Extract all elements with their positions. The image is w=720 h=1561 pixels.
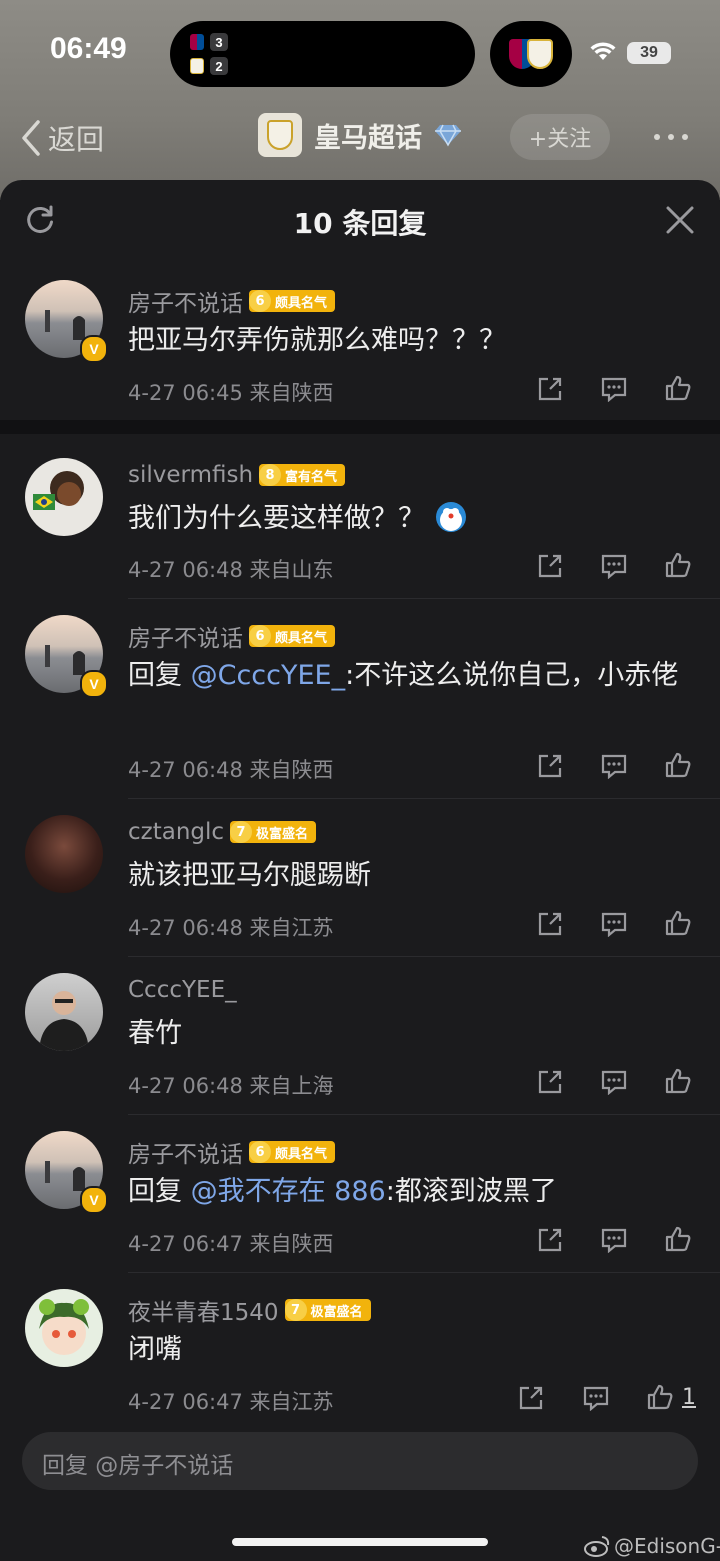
score-value: 2 bbox=[210, 57, 228, 75]
username[interactable]: cztanglc bbox=[128, 819, 224, 845]
level-badge: 6 颇具名气 bbox=[249, 625, 336, 647]
share-icon[interactable] bbox=[537, 1069, 563, 1095]
share-icon[interactable] bbox=[537, 1227, 563, 1253]
chevron-left-icon bbox=[22, 120, 40, 156]
diamond-icon bbox=[435, 124, 461, 147]
comment-text: 把亚马尔弄伤就那么难吗？？？ bbox=[128, 325, 506, 356]
username[interactable]: 房子不说话 bbox=[128, 619, 243, 653]
like-icon[interactable] bbox=[664, 751, 692, 779]
level-badge: 6 颇具名气 bbox=[249, 290, 336, 312]
real-madrid-crest-icon bbox=[258, 113, 302, 157]
dynamic-island-live-score[interactable]: 3 2 bbox=[170, 21, 475, 87]
back-label: 返回 bbox=[48, 123, 105, 156]
avatar[interactable] bbox=[25, 973, 103, 1051]
share-icon[interactable] bbox=[537, 376, 563, 402]
avatar[interactable] bbox=[25, 458, 103, 536]
real-madrid-crest-icon bbox=[190, 58, 204, 74]
comment-meta: 4-27 06:48 来自陕西 bbox=[128, 758, 334, 782]
level-badge: 6 颇具名气 bbox=[249, 1141, 336, 1163]
screen: 06:49 3 2 39 返回 皇马超话 +关注 10 条回复 V 房子不说话 … bbox=[0, 0, 720, 1561]
comment-meta: 4-27 06:48 来自山东 bbox=[128, 558, 334, 582]
status-time: 06:49 bbox=[50, 32, 127, 65]
score-row-real-madrid: 2 bbox=[190, 57, 228, 75]
comment-icon[interactable] bbox=[582, 1385, 610, 1411]
reply-placeholder: 回复 @房子不说话 bbox=[42, 1453, 234, 1479]
live-activity-crests[interactable] bbox=[490, 21, 572, 87]
username[interactable]: 房子不说话 bbox=[128, 1135, 243, 1169]
comment-meta: 4-27 06:48 来自江苏 bbox=[128, 916, 334, 940]
reply-input[interactable]: 回复 @房子不说话 bbox=[22, 1432, 698, 1490]
like-icon[interactable] bbox=[664, 1067, 692, 1095]
comment-meta: 4-27 06:47 来自陕西 bbox=[128, 1232, 334, 1256]
list-item[interactable]: CcccYEE_ 春竹 4-27 06:48 来自上海 bbox=[0, 957, 720, 1115]
share-icon[interactable] bbox=[537, 553, 563, 579]
more-options-icon[interactable] bbox=[654, 134, 688, 140]
comment-text: 就该把亚马尔腿踢断 bbox=[128, 860, 371, 891]
avatar[interactable] bbox=[25, 1289, 103, 1367]
list-item[interactable]: 夜半青春1540 7 极富盛名 闭嘴 4-27 06:47 来自江苏 1 bbox=[0, 1273, 720, 1423]
list-item[interactable]: V 房子不说话 6 颇具名气 把亚马尔弄伤就那么难吗？？？ 4-27 06:45 … bbox=[0, 180, 720, 420]
mention-link[interactable]: @我不存在 886 bbox=[191, 1176, 386, 1207]
comment-icon[interactable] bbox=[600, 911, 628, 937]
comment-text: 回复 @我不存在 886:都滚到波黑了 bbox=[128, 1176, 557, 1207]
comment-icon[interactable] bbox=[600, 553, 628, 579]
level-badge: 8 富有名气 bbox=[259, 464, 346, 486]
like-icon[interactable] bbox=[646, 1383, 674, 1411]
back-button[interactable]: 返回 bbox=[20, 118, 104, 158]
verified-badge-icon: V bbox=[80, 335, 108, 363]
level-badge: 7 极富盛名 bbox=[284, 1299, 371, 1321]
list-item[interactable]: V 房子不说话 6 颇具名气 回复 @我不存在 886:都滚到波黑了 4-27 0… bbox=[0, 1115, 720, 1273]
weibo-logo-icon bbox=[584, 1536, 610, 1557]
level-badge: 7 极富盛名 bbox=[230, 821, 317, 843]
like-icon[interactable] bbox=[664, 909, 692, 937]
share-icon[interactable] bbox=[518, 1385, 544, 1411]
watermark: @EdisonG- bbox=[584, 1534, 720, 1558]
score-value: 3 bbox=[210, 33, 228, 51]
list-item[interactable]: V 房子不说话 6 颇具名气 回复 @CcccYEE_:不许这么说你自己，小赤佬 … bbox=[0, 599, 720, 799]
username[interactable]: silvermfish bbox=[128, 462, 253, 488]
super-topic-header[interactable]: 皇马超话 bbox=[258, 113, 462, 157]
comment-text: 我们为什么要这样做？？ bbox=[128, 498, 698, 540]
list-item[interactable]: silvermfish 8 富有名气 我们为什么要这样做？？ 4-27 06:48… bbox=[0, 434, 720, 599]
page-title: 皇马超话 bbox=[314, 122, 422, 154]
mention-link[interactable]: @CcccYEE_ bbox=[191, 660, 346, 691]
score-row-barcelona: 3 bbox=[190, 33, 228, 51]
comment-text: 回复 @CcccYEE_:不许这么说你自己，小赤佬 bbox=[128, 660, 679, 691]
verified-badge-icon: V bbox=[80, 670, 108, 698]
username[interactable]: CcccYEE_ bbox=[128, 977, 237, 1003]
comment-meta: 4-27 06:47 来自江苏 bbox=[128, 1390, 334, 1414]
comment-text: 闭嘴 bbox=[128, 1334, 182, 1365]
comment-icon[interactable] bbox=[600, 376, 628, 402]
like-icon[interactable] bbox=[664, 551, 692, 579]
share-icon[interactable] bbox=[537, 753, 563, 779]
like-count: 1 bbox=[682, 1385, 696, 1410]
replies-sheet: 10 条回复 V 房子不说话 6 颇具名气 把亚马尔弄伤就那么难吗？？？ 4-27… bbox=[0, 180, 720, 1561]
comment-meta: 4-27 06:45 来自陕西 bbox=[128, 381, 334, 405]
follow-button[interactable]: +关注 bbox=[510, 114, 610, 160]
like-icon[interactable] bbox=[664, 374, 692, 402]
doraemon-emoji-icon bbox=[435, 502, 466, 532]
comment-icon[interactable] bbox=[600, 1069, 628, 1095]
comment-icon[interactable] bbox=[600, 753, 628, 779]
home-indicator[interactable] bbox=[232, 1538, 488, 1546]
comment-meta: 4-27 06:48 来自上海 bbox=[128, 1074, 334, 1098]
wifi-icon bbox=[590, 42, 616, 60]
username[interactable]: 房子不说话 bbox=[128, 284, 243, 318]
barcelona-crest-icon bbox=[190, 34, 204, 50]
battery-indicator: 39 bbox=[627, 42, 671, 64]
like-icon[interactable] bbox=[664, 1225, 692, 1253]
list-item[interactable]: cztanglc 7 极富盛名 就该把亚马尔腿踢断 4-27 06:48 来自江苏 bbox=[0, 799, 720, 957]
share-icon[interactable] bbox=[537, 911, 563, 937]
verified-badge-icon: V bbox=[80, 1186, 108, 1214]
match-crests-icon bbox=[509, 35, 553, 73]
username[interactable]: 夜半青春1540 bbox=[128, 1293, 279, 1327]
section-divider bbox=[0, 420, 720, 434]
comment-icon[interactable] bbox=[600, 1227, 628, 1253]
avatar[interactable] bbox=[25, 815, 103, 893]
comment-text: 春竹 bbox=[128, 1018, 182, 1049]
